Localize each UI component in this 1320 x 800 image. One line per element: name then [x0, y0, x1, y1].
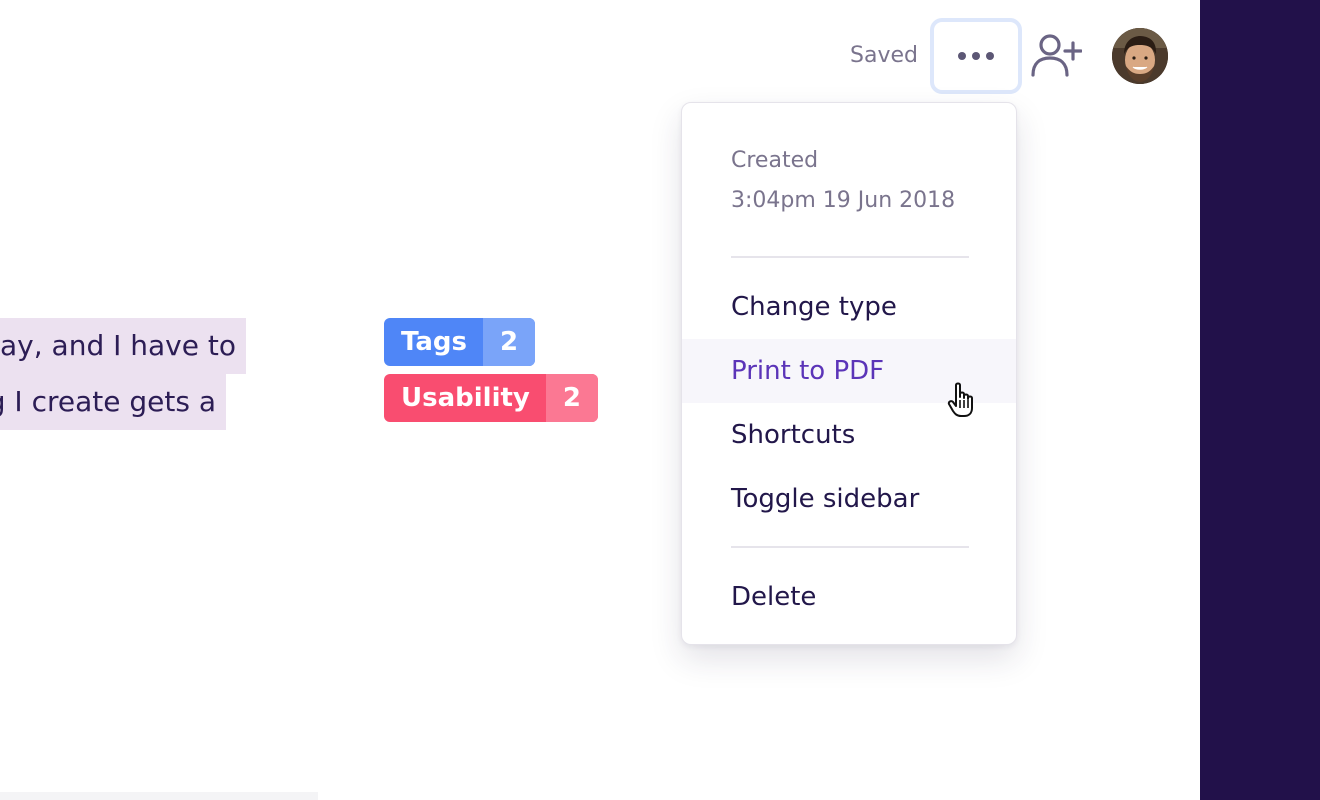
highlighted-text-line: g I create gets a [0, 374, 226, 430]
highlighted-text-line: ray, and I have to [0, 318, 246, 374]
tag-usability[interactable]: Usability 2 [384, 374, 598, 422]
menu-divider [731, 256, 969, 258]
user-avatar[interactable] [1112, 28, 1168, 84]
created-label: Created [731, 148, 819, 173]
tag-count: 2 [545, 374, 598, 422]
tag-label: Tags [401, 327, 468, 357]
saved-status: Saved [850, 43, 918, 68]
menu-item-print-to-pdf[interactable]: Print to PDF [682, 339, 1016, 403]
bottom-bar [0, 792, 318, 800]
tag-label: Usability [401, 383, 530, 413]
ellipsis-icon [958, 52, 966, 60]
highlighted-text: ray, and I have to [0, 329, 236, 362]
created-date: 3:04pm 19 Jun 2018 [731, 188, 956, 213]
menu-item-change-type[interactable]: Change type [682, 275, 1016, 339]
menu-item-shortcuts[interactable]: Shortcuts [682, 403, 1016, 467]
options-dropdown-menu: Created 3:04pm 19 Jun 2018 Change type P… [681, 102, 1017, 645]
ellipsis-dot [972, 52, 980, 60]
highlighted-text: g I create gets a [0, 385, 216, 418]
ellipsis-dot [986, 52, 994, 60]
page: Saved ray, and I have to g I create gets… [0, 0, 1320, 800]
right-sidebar [1200, 0, 1320, 800]
avatar-image [1112, 28, 1168, 84]
menu-divider [731, 546, 969, 548]
add-user-icon [1031, 34, 1083, 77]
tag-tags[interactable]: Tags 2 [384, 318, 536, 366]
menu-item-delete[interactable]: Delete [682, 565, 1016, 629]
menu-item-toggle-sidebar[interactable]: Toggle sidebar [682, 467, 1016, 531]
tag-count: 2 [483, 318, 536, 366]
more-options-button[interactable] [930, 18, 1022, 94]
add-user-button[interactable] [1030, 33, 1083, 77]
